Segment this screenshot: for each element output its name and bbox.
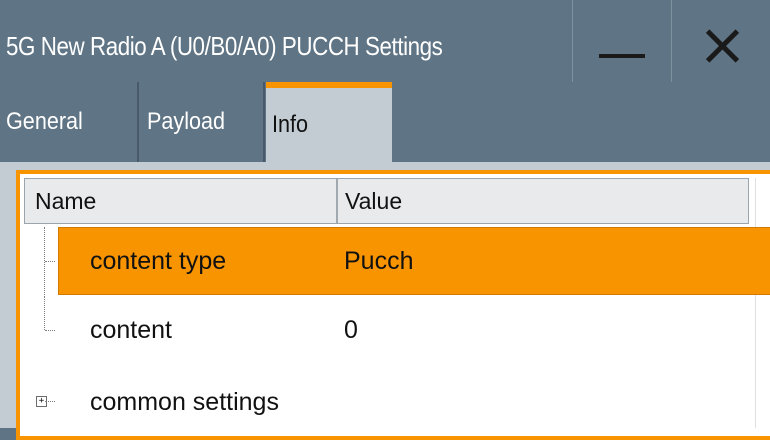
row-value: 0 xyxy=(344,316,358,344)
close-button[interactable] xyxy=(671,0,770,82)
tab-label: Info xyxy=(272,111,309,138)
tree-connector xyxy=(44,296,45,330)
table-header: Name Value xyxy=(24,178,749,224)
tree-connector xyxy=(45,330,55,331)
row-value: Pucch xyxy=(344,247,414,275)
column-header-value[interactable]: Value xyxy=(345,179,402,223)
window-title: 5G New Radio A (U0/B0/A0) PUCCH Settings xyxy=(6,31,443,61)
tree-connector xyxy=(45,401,55,402)
column-header-name[interactable]: Name xyxy=(35,179,96,223)
tree-row[interactable]: content 0 xyxy=(24,296,755,364)
close-icon xyxy=(705,29,739,63)
tab-bar: General Payload Info xyxy=(0,82,770,162)
tab-label: General xyxy=(6,108,83,135)
window-titlebar: 5G New Radio A (U0/B0/A0) PUCCH Settings xyxy=(0,0,770,82)
tree-row[interactable]: content type Pucch xyxy=(24,227,770,295)
minimize-icon xyxy=(599,54,645,58)
tree-row[interactable]: + common settings xyxy=(24,368,755,436)
vertical-scrollbar[interactable] xyxy=(755,178,767,428)
tab-label: Payload xyxy=(147,108,226,135)
minimize-button[interactable] xyxy=(572,0,671,82)
tab-general[interactable]: General xyxy=(0,82,139,162)
tab-payload[interactable]: Payload xyxy=(141,82,265,162)
row-name: content type xyxy=(90,247,227,275)
row-name: common settings xyxy=(90,388,279,416)
tab-info[interactable]: Info xyxy=(266,82,392,162)
row-name: content xyxy=(90,316,173,344)
column-divider[interactable] xyxy=(336,179,338,223)
tree-connector xyxy=(45,261,55,262)
